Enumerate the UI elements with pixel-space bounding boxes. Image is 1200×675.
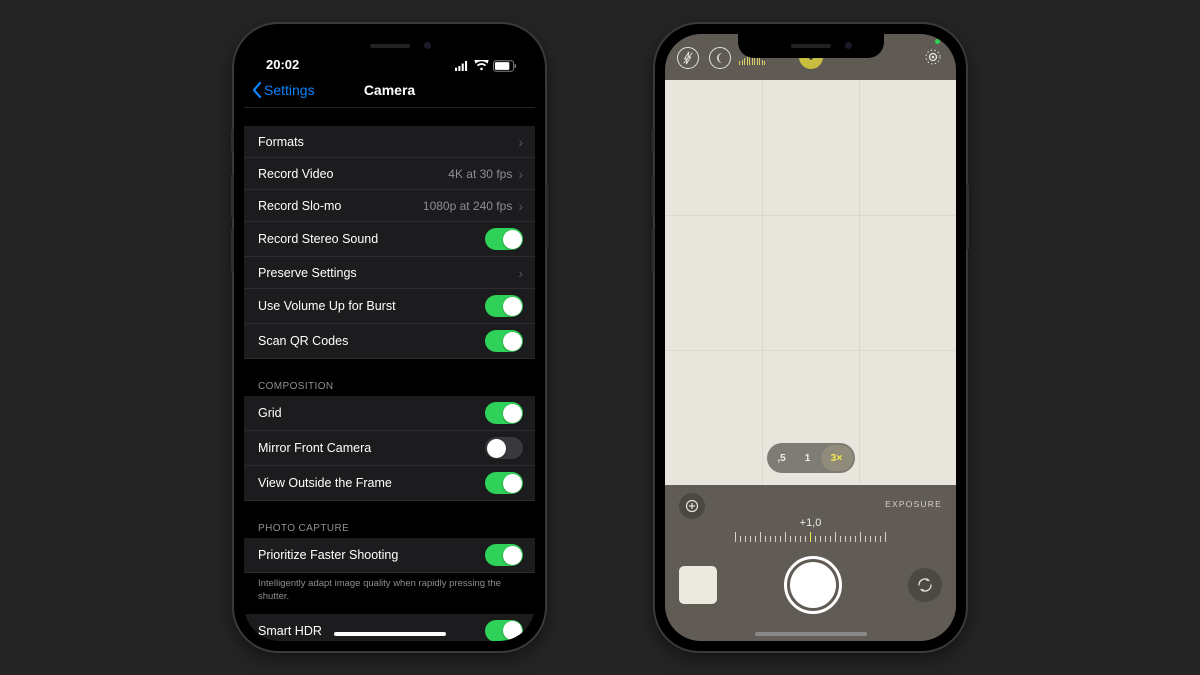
notch <box>317 34 463 58</box>
cellular-icon <box>455 60 470 72</box>
toggle-hdr[interactable] <box>485 620 523 641</box>
toggle-outside[interactable] <box>485 472 523 494</box>
row-label: Scan QR Codes <box>258 334 485 348</box>
volume-down-button[interactable] <box>231 229 234 273</box>
row-label: Mirror Front Camera <box>258 441 485 455</box>
row-label: Prioritize Faster Shooting <box>258 548 485 562</box>
live-photo-icon <box>922 46 944 68</box>
volume-up-button[interactable] <box>652 174 655 218</box>
camera-flip-button[interactable] <box>908 568 942 602</box>
last-photo-thumbnail[interactable] <box>679 566 717 604</box>
zoom-wide[interactable]: 1 <box>795 445 821 471</box>
grid-line <box>665 350 956 351</box>
row-prioritize-faster[interactable]: Prioritize Faster Shooting <box>244 538 535 573</box>
row-view-outside-frame[interactable]: View Outside the Frame <box>244 466 535 501</box>
flash-off-icon <box>682 51 694 65</box>
volume-up-button[interactable] <box>231 174 234 218</box>
row-smart-hdr[interactable]: Smart HDR <box>244 614 535 641</box>
notch <box>738 34 884 58</box>
row-formats[interactable]: Formats › <box>244 126 535 158</box>
phone-camera: ,5 1 3× EXPOSURE +1,0 <box>655 24 966 651</box>
row-label: View Outside the Frame <box>258 476 485 490</box>
phone-settings: 20:02 Settings Camera Formats › <box>234 24 545 651</box>
section-header-capture: PHOTO CAPTURE <box>244 519 535 538</box>
section-header-composition: COMPOSITION <box>244 377 535 396</box>
nav-bar: Settings Camera <box>244 72 535 108</box>
viewfinder[interactable]: ,5 1 3× <box>665 80 956 485</box>
zoom-selector[interactable]: ,5 1 3× <box>767 443 855 473</box>
exposure-adjust-button[interactable] <box>679 493 705 519</box>
home-indicator[interactable] <box>755 632 867 636</box>
row-label: Grid <box>258 406 485 420</box>
row-mirror-front[interactable]: Mirror Front Camera <box>244 431 535 466</box>
grid-line <box>665 215 956 216</box>
row-preserve-settings[interactable]: Preserve Settings › <box>244 257 535 289</box>
row-label: Preserve Settings <box>258 266 518 280</box>
live-photo-button[interactable] <box>922 46 944 68</box>
exposure-label: EXPOSURE <box>885 499 942 509</box>
back-button[interactable]: Settings <box>252 82 315 98</box>
flip-camera-icon <box>916 577 934 593</box>
row-label: Formats <box>258 135 518 149</box>
chevron-right-icon: › <box>518 198 523 214</box>
status-time: 20:02 <box>266 57 299 72</box>
grid-line <box>859 80 860 485</box>
wifi-icon <box>474 60 489 72</box>
exposure-value: +1,0 <box>679 517 942 529</box>
settings-list[interactable]: Formats › Record Video 4K at 30 fps › Re… <box>244 108 535 641</box>
row-value: 4K at 30 fps <box>448 167 512 181</box>
chevron-left-icon <box>252 82 262 98</box>
chevron-right-icon: › <box>518 166 523 182</box>
chevron-right-icon: › <box>518 265 523 281</box>
exposure-ruler[interactable] <box>679 532 942 542</box>
zoom-tele[interactable]: 3× <box>821 445 853 471</box>
volume-down-button[interactable] <box>652 229 655 273</box>
power-button[interactable] <box>545 184 548 250</box>
row-volume-burst[interactable]: Use Volume Up for Burst <box>244 289 535 324</box>
row-scan-qr[interactable]: Scan QR Codes <box>244 324 535 359</box>
home-indicator[interactable] <box>334 632 446 636</box>
toggle-burst[interactable] <box>485 295 523 317</box>
row-grid[interactable]: Grid <box>244 396 535 431</box>
flash-button[interactable] <box>677 47 699 69</box>
mute-switch[interactable] <box>231 129 234 153</box>
mute-switch[interactable] <box>652 129 655 153</box>
toggle-mirror[interactable] <box>485 437 523 459</box>
footer-note-prioritize: Intelligently adapt image quality when r… <box>244 573 535 614</box>
row-record-slomo[interactable]: Record Slo-mo 1080p at 240 fps › <box>244 190 535 222</box>
moon-icon <box>714 52 726 64</box>
camera-controls: EXPOSURE +1,0 <box>665 485 956 641</box>
grid-line <box>762 80 763 485</box>
power-button[interactable] <box>966 184 969 250</box>
battery-icon <box>493 60 517 72</box>
toggle-stereo[interactable] <box>485 228 523 250</box>
back-label: Settings <box>264 82 315 98</box>
zoom-ultrawide[interactable]: ,5 <box>769 445 795 471</box>
row-label: Record Slo-mo <box>258 199 423 213</box>
row-stereo-sound[interactable]: Record Stereo Sound <box>244 222 535 257</box>
toggle-prioritize[interactable] <box>485 544 523 566</box>
page-title: Camera <box>364 82 415 98</box>
recording-indicator-dot <box>935 39 940 44</box>
shutter-button[interactable] <box>784 556 842 614</box>
night-mode-button[interactable] <box>709 47 731 69</box>
row-value: 1080p at 240 fps <box>423 199 512 213</box>
row-label: Record Stereo Sound <box>258 232 485 246</box>
row-label: Record Video <box>258 167 448 181</box>
row-record-video[interactable]: Record Video 4K at 30 fps › <box>244 158 535 190</box>
toggle-grid[interactable] <box>485 402 523 424</box>
row-label: Use Volume Up for Burst <box>258 299 485 313</box>
chevron-right-icon: › <box>518 134 523 150</box>
exposure-icon <box>685 499 699 513</box>
toggle-qr[interactable] <box>485 330 523 352</box>
